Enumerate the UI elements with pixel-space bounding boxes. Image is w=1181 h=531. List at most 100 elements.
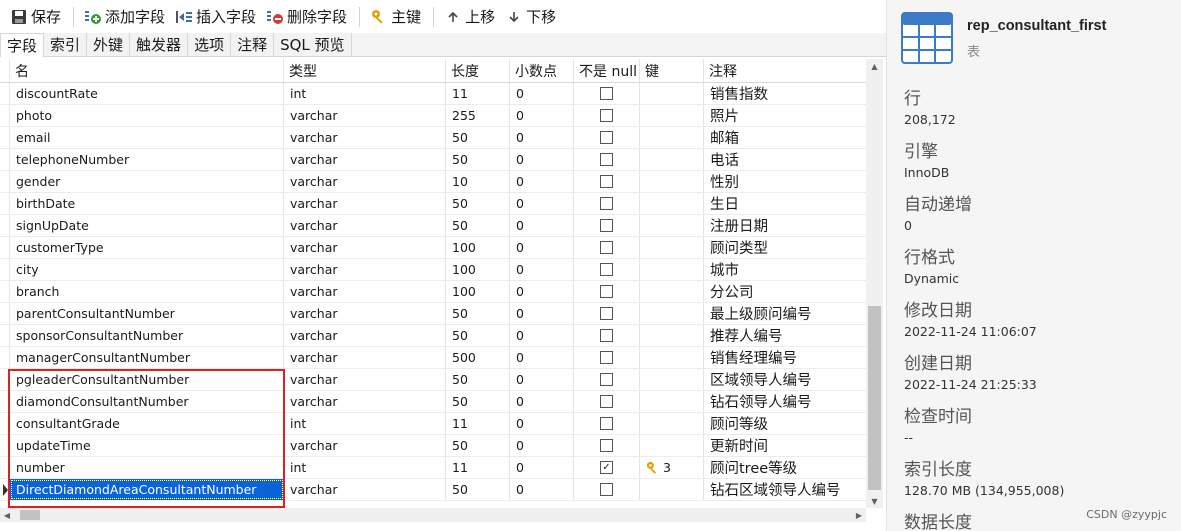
not-null-checkbox[interactable] (600, 395, 613, 408)
tab-indexes[interactable]: 索引 (44, 33, 88, 56)
key-cell[interactable] (640, 105, 704, 126)
row-indicator[interactable] (0, 149, 10, 170)
row-indicator[interactable] (0, 259, 10, 280)
not-null-checkbox[interactable] (600, 351, 613, 364)
field-comment-cell[interactable]: 生日 (704, 193, 866, 214)
field-type-cell[interactable]: varchar (284, 259, 446, 280)
field-decimals-cell[interactable]: 0 (510, 347, 574, 368)
field-comment-cell[interactable]: 注册日期 (704, 215, 866, 236)
field-length-cell[interactable]: 50 (446, 369, 510, 390)
row-indicator[interactable] (0, 457, 10, 478)
row-indicator[interactable] (0, 413, 10, 434)
field-length-cell[interactable]: 100 (446, 259, 510, 280)
field-name-cell[interactable]: updateTime (10, 435, 284, 456)
field-decimals-cell[interactable]: 0 (510, 303, 574, 324)
not-null-checkbox[interactable]: ✓ (600, 461, 613, 474)
table-row[interactable]: diamondConsultantNumber varchar 50 0 钻石领导人编号 (0, 391, 866, 413)
field-type-cell[interactable]: varchar (284, 193, 446, 214)
field-type-cell[interactable]: varchar (284, 303, 446, 324)
field-name-cell[interactable]: email (10, 127, 284, 148)
key-cell[interactable] (640, 149, 704, 170)
delete-field-button[interactable]: 删除字段 (262, 4, 351, 30)
key-cell[interactable] (640, 259, 704, 280)
field-decimals-cell[interactable]: 0 (510, 215, 574, 236)
field-type-cell[interactable]: varchar (284, 215, 446, 236)
field-comment-cell[interactable]: 销售经理编号 (704, 347, 866, 368)
table-row[interactable]: consultantGrade int 11 0 顾问等级 (0, 413, 866, 435)
row-indicator[interactable] (0, 105, 10, 126)
field-length-cell[interactable]: 50 (446, 479, 510, 500)
scroll-down-arrow-icon[interactable]: ▼ (866, 494, 883, 508)
field-comment-cell[interactable]: 销售指数 (704, 83, 866, 104)
column-header-not-null[interactable]: 不是 null (574, 59, 640, 82)
table-row[interactable]: managerConsultantNumber varchar 500 0 销售经理编号 (0, 347, 866, 369)
column-header-key[interactable]: 键 (640, 59, 704, 82)
key-cell[interactable] (640, 281, 704, 302)
field-comment-cell[interactable]: 推荐人编号 (704, 325, 866, 346)
scroll-right-arrow-icon[interactable]: ▶ (852, 508, 866, 522)
field-length-cell[interactable]: 50 (446, 391, 510, 412)
key-cell[interactable] (640, 303, 704, 324)
insert-field-button[interactable]: 插入字段 (171, 4, 260, 30)
horizontal-scroll-thumb[interactable] (20, 510, 40, 520)
field-name-cell[interactable]: sponsorConsultantNumber (10, 325, 284, 346)
not-null-checkbox[interactable] (600, 263, 613, 276)
field-decimals-cell[interactable]: 0 (510, 127, 574, 148)
not-null-checkbox[interactable] (600, 109, 613, 122)
add-field-button[interactable]: 添加字段 (80, 4, 169, 30)
key-cell[interactable] (640, 479, 704, 500)
field-type-cell[interactable]: varchar (284, 435, 446, 456)
field-comment-cell[interactable]: 性别 (704, 171, 866, 192)
field-name-cell[interactable]: parentConsultantNumber (10, 303, 284, 324)
key-cell[interactable] (640, 347, 704, 368)
field-name-cell[interactable]: telephoneNumber (10, 149, 284, 170)
field-comment-cell[interactable]: 钻石区域领导人编号 (704, 479, 866, 500)
field-comment-cell[interactable]: 顾问等级 (704, 413, 866, 434)
table-row[interactable]: email varchar 50 0 邮箱 (0, 127, 866, 149)
table-row[interactable]: photo varchar 255 0 照片 (0, 105, 866, 127)
field-length-cell[interactable]: 500 (446, 347, 510, 368)
key-cell[interactable] (640, 237, 704, 258)
field-length-cell[interactable]: 11 (446, 457, 510, 478)
not-null-checkbox[interactable] (600, 241, 613, 254)
row-indicator[interactable] (0, 369, 10, 390)
table-row[interactable]: gender varchar 10 0 性别 (0, 171, 866, 193)
field-comment-cell[interactable]: 顾问tree等级 (704, 457, 866, 478)
field-name-cell[interactable]: managerConsultantNumber (10, 347, 284, 368)
field-name-cell[interactable]: discountRate (10, 83, 284, 104)
not-null-checkbox[interactable] (600, 417, 613, 430)
tab-foreign-keys[interactable]: 外键 (87, 33, 131, 56)
field-comment-cell[interactable]: 电话 (704, 149, 866, 170)
field-name-cell[interactable]: signUpDate (10, 215, 284, 236)
field-type-cell[interactable]: varchar (284, 237, 446, 258)
tab-fields[interactable]: 字段 (0, 33, 45, 57)
field-name-cell[interactable]: number (10, 457, 284, 478)
field-length-cell[interactable]: 100 (446, 281, 510, 302)
field-type-cell[interactable]: varchar (284, 479, 446, 500)
table-row[interactable]: DirectDiamondAreaConsultantNumber varchar… (0, 479, 866, 501)
column-header-type[interactable]: 类型 (284, 59, 446, 82)
field-comment-cell[interactable]: 邮箱 (704, 127, 866, 148)
scroll-up-arrow-icon[interactable]: ▲ (866, 59, 883, 73)
row-indicator[interactable] (0, 391, 10, 412)
key-cell[interactable]: 3 (640, 457, 704, 478)
field-type-cell[interactable]: varchar (284, 391, 446, 412)
field-type-cell[interactable]: varchar (284, 171, 446, 192)
table-row[interactable]: discountRate int 11 0 销售指数 (0, 83, 866, 105)
field-type-cell[interactable]: varchar (284, 281, 446, 302)
field-comment-cell[interactable]: 照片 (704, 105, 866, 126)
field-comment-cell[interactable]: 钻石领导人编号 (704, 391, 866, 412)
column-header-decimals[interactable]: 小数点 (510, 59, 574, 82)
field-name-cell[interactable]: pgleaderConsultantNumber (10, 369, 284, 390)
field-type-cell[interactable]: int (284, 457, 446, 478)
key-cell[interactable] (640, 413, 704, 434)
not-null-checkbox[interactable] (600, 219, 613, 232)
field-type-cell[interactable]: varchar (284, 325, 446, 346)
row-indicator[interactable] (0, 325, 10, 346)
not-null-checkbox[interactable] (600, 329, 613, 342)
field-comment-cell[interactable]: 城市 (704, 259, 866, 280)
table-row[interactable]: parentConsultantNumber varchar 50 0 最上级顾问编号 (0, 303, 866, 325)
field-decimals-cell[interactable]: 0 (510, 105, 574, 126)
field-decimals-cell[interactable]: 0 (510, 281, 574, 302)
field-decimals-cell[interactable]: 0 (510, 369, 574, 390)
